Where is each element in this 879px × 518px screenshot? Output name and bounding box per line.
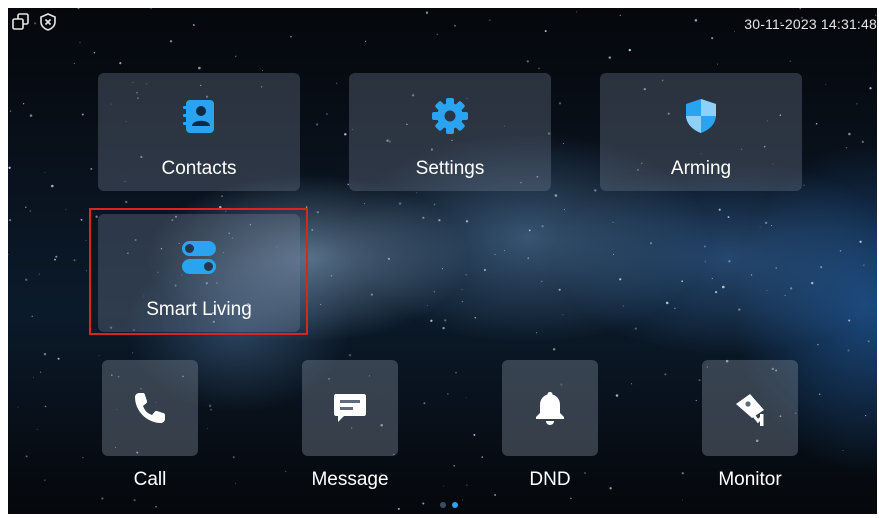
- shield-x-icon: [40, 13, 56, 31]
- tile-label: Arming: [670, 158, 732, 179]
- status-bar: 30-11-2023 14:31:48: [8, 8, 877, 38]
- home-screen: 30-11-2023 14:31:48 Contacts Settings Ar…: [8, 8, 877, 514]
- tile-settings[interactable]: Settings: [349, 73, 551, 191]
- datetime-display: 30-11-2023 14:31:48: [744, 16, 877, 32]
- gear-icon: [432, 98, 468, 134]
- monitor-label: Monitor: [718, 469, 782, 490]
- page-dot[interactable]: [440, 502, 446, 508]
- message-button[interactable]: [302, 360, 398, 456]
- phone-icon: [135, 393, 165, 423]
- window-restore-icon: [12, 13, 29, 30]
- message-label: Message: [311, 469, 389, 490]
- contacts-book-icon: [183, 100, 214, 133]
- page-indicator: [438, 502, 468, 510]
- bell-icon: [536, 392, 564, 425]
- cctv-camera-icon: [736, 394, 764, 426]
- dnd-label: DND: [529, 469, 571, 490]
- selection-highlight: [89, 208, 308, 335]
- tile-contacts[interactable]: Contacts: [98, 73, 300, 191]
- page-dot-active[interactable]: [452, 502, 458, 508]
- call-button[interactable]: [102, 360, 198, 456]
- tile-label: Settings: [415, 158, 485, 179]
- tile-label: Contacts: [161, 158, 237, 179]
- dnd-button[interactable]: [502, 360, 598, 456]
- call-label: Call: [133, 469, 167, 490]
- monitor-button[interactable]: [702, 360, 798, 456]
- message-bubble-icon: [334, 394, 366, 422]
- shield-icon: [686, 99, 716, 133]
- tile-arming[interactable]: Arming: [600, 73, 802, 191]
